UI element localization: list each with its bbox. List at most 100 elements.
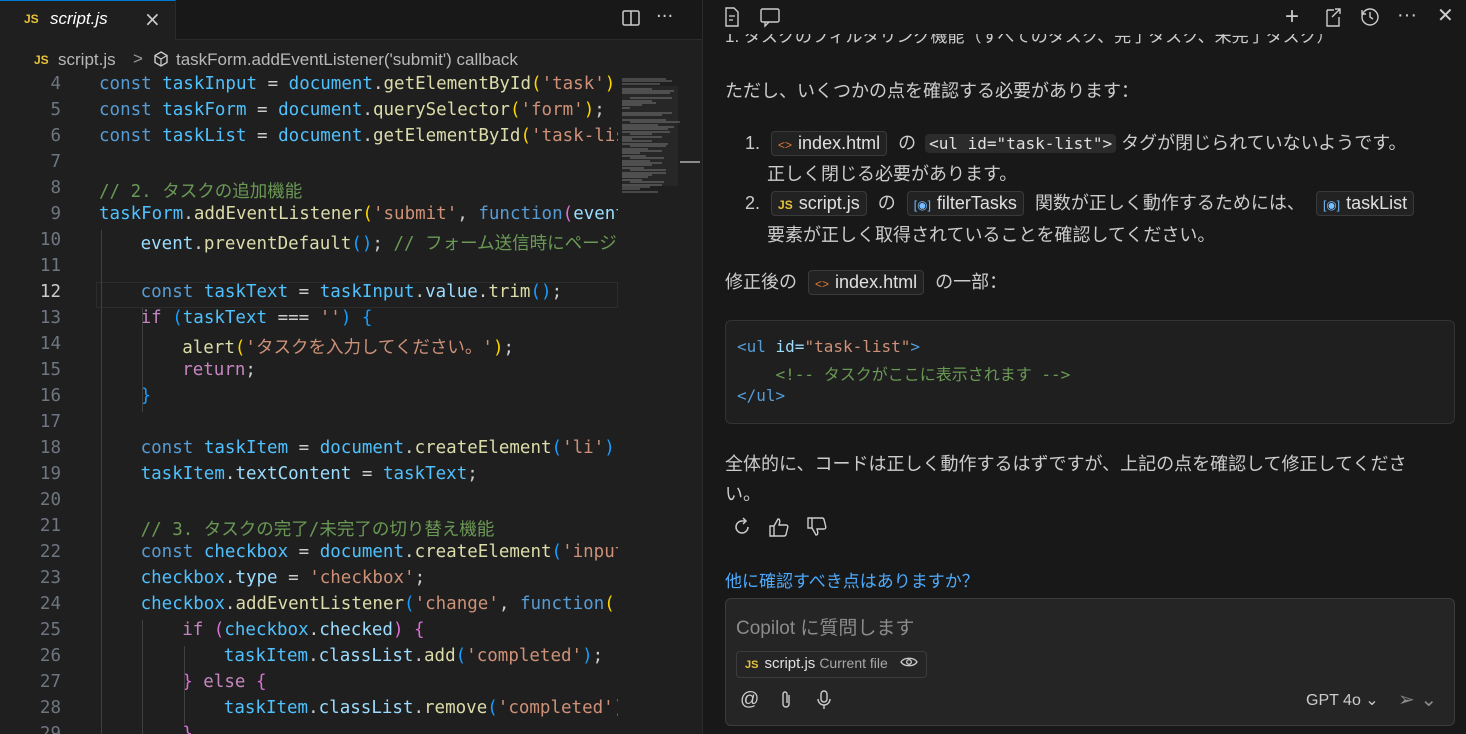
list-item: 2. JS script.js の [◉] filterTasks 関数が正しく動作… [745, 189, 1415, 216]
tab-script-js[interactable]: JS script.js × [0, 0, 176, 40]
breadcrumb-file[interactable]: script.js [58, 50, 116, 70]
line-number: 26 [39, 646, 61, 666]
new-chat-icon[interactable]: + [1285, 3, 1299, 31]
mention-icon[interactable]: @ [740, 689, 759, 711]
code-line[interactable]: 29} [0, 724, 618, 734]
code-block[interactable]: <ul id="task-list"> <!-- タスクがここに表示されます -… [725, 320, 1455, 424]
code-line[interactable]: 9 taskForm.addEventListener('submit', fun… [0, 204, 618, 230]
code-line[interactable]: 21 // 3. タスクの完了/未完了の切り替え機能 [0, 516, 618, 542]
minimap[interactable] [618, 74, 702, 734]
line-source: checkbox.type = 'checkbox'; [140, 568, 426, 588]
code-line[interactable]: 22 const checkbox = document.createElemen… [0, 542, 618, 568]
chat-input-box[interactable]: Copilot に質問します JS script.js Current file @… [725, 598, 1455, 726]
thumbs-down-icon[interactable] [805, 516, 829, 544]
close-tab-icon[interactable]: × [144, 7, 161, 31]
line-source: taskItem.classList.remove('completed') [223, 698, 618, 718]
line-number: 29 [39, 724, 61, 734]
line-source: const taskInput = document.getElementByI… [99, 74, 618, 94]
html-file-icon: <> [778, 138, 793, 152]
code-line[interactable]: 11 [0, 256, 618, 282]
code-line[interactable]: 24 checkbox.addEventListener('change', fu… [0, 594, 618, 620]
microphone-icon[interactable] [816, 689, 832, 717]
split-editor-icon[interactable] [621, 8, 641, 33]
code-line[interactable]: 15 return; [0, 360, 618, 386]
chat-input-placeholder[interactable]: Copilot に質問します [736, 613, 914, 640]
line-source: } [182, 724, 193, 734]
code-line[interactable]: 20 [0, 490, 618, 516]
line-number: 9 [50, 204, 61, 224]
code-line[interactable]: 18 const taskItem = document.createElemen… [0, 438, 618, 464]
list-item-continuation: 正しく閉じる必要があります。 [767, 164, 1018, 184]
line-source: // 2. タスクの追加機能 [99, 182, 303, 202]
minimap-line [622, 82, 660, 85]
more-actions-icon[interactable]: ··· [656, 6, 673, 27]
chat-bubble-icon[interactable] [759, 6, 781, 34]
code-line[interactable]: 10 event.preventDefault(); // フォーム送信時にページ… [0, 230, 618, 256]
context-file-chip[interactable]: JS script.js Current file [736, 651, 927, 678]
thumbs-up-icon[interactable] [767, 516, 791, 544]
text: の [877, 193, 896, 213]
code-line[interactable]: 14 alert('タスクを入力してください。'); [0, 334, 618, 360]
indent-guide [142, 620, 143, 734]
followup-suggestion-link[interactable]: 他に確認すべき点はありますか？ [725, 567, 979, 592]
code-line: </ul> [737, 386, 786, 405]
code-line[interactable]: 4 const taskInput = document.getElementBy… [0, 74, 618, 100]
code-line[interactable]: 26 taskItem.classList.add('completed'); [0, 646, 618, 672]
retry-icon[interactable] [731, 516, 753, 544]
indent-guide [142, 308, 143, 412]
line-number: 20 [39, 490, 61, 510]
indent-guide [184, 698, 185, 724]
code-line[interactable]: 12 const taskText = taskInput.value.trim(… [0, 282, 618, 308]
line-number: 18 [39, 438, 61, 458]
line-number: 5 [50, 100, 61, 120]
symbol-icon: [◉] [913, 198, 931, 212]
symbol-reference-taskList[interactable]: [◉] taskList [1315, 191, 1415, 216]
code-line[interactable]: 13 if (taskText === '') { [0, 308, 618, 334]
file-reference-index-html[interactable]: <> index.html [808, 270, 925, 295]
history-icon[interactable] [1359, 6, 1381, 34]
code-line[interactable]: 16} [0, 386, 618, 412]
line-number: 16 [39, 386, 61, 406]
code-line[interactable]: 28 taskItem.classList.remove('completed') [0, 698, 618, 724]
symbol-reference-filterTasks[interactable]: [◉] filterTasks [906, 191, 1024, 216]
code-line[interactable]: 19 taskItem.textContent = taskText; [0, 464, 618, 490]
js-file-icon: JS [34, 53, 49, 67]
close-icon[interactable]: ✕ [1437, 3, 1454, 28]
model-picker[interactable]: GPT 4o ⌄ [1306, 690, 1379, 710]
code-line: <!-- タスクがここに表示されます --> [737, 365, 1071, 384]
line-number: 11 [39, 256, 61, 276]
indent-guide [184, 646, 185, 698]
more-icon[interactable]: ··· [1397, 4, 1417, 27]
breadcrumb-symbol[interactable]: taskForm.addEventListener('submit') call… [176, 50, 518, 70]
js-file-icon: JS [24, 12, 39, 26]
line-number: 27 [39, 672, 61, 692]
send-button[interactable]: ➢ ⌄ [1398, 687, 1437, 712]
open-in-editor-icon[interactable] [1323, 6, 1343, 34]
minimap-viewport[interactable] [622, 86, 678, 186]
code-line[interactable]: 8 // 2. タスクの追加機能 [0, 178, 618, 204]
code-line[interactable]: 17 [0, 412, 618, 438]
code-line[interactable]: 5 const taskForm = document.querySelector… [0, 100, 618, 126]
file-reference-script-js[interactable]: JS script.js [771, 191, 867, 216]
code-area[interactable]: 4 const taskInput = document.getElementBy… [0, 74, 618, 734]
attach-icon[interactable] [778, 689, 794, 717]
snippet-heading: 修正後の <> index.html の一部： [725, 268, 1007, 295]
new-file-icon[interactable] [722, 6, 742, 34]
breadcrumb-separator: > [133, 49, 143, 68]
line-number: 19 [39, 464, 61, 484]
line-source: checkbox.addEventListener('change', func… [140, 594, 618, 614]
code-editor[interactable]: JS script.js × ··· JS script.js > taskFo… [0, 0, 702, 734]
code-line[interactable]: 23 checkbox.type = 'checkbox'; [0, 568, 618, 594]
eye-icon[interactable] [900, 655, 918, 671]
scrollbar-marker [680, 161, 700, 163]
js-file-icon: JS [778, 198, 793, 212]
line-source: // 3. タスクの完了/未完了の切り替え機能 [140, 520, 495, 540]
code-line[interactable]: 6 const taskList = document.getElementByI… [0, 126, 618, 152]
code-line[interactable]: 25 if (checkbox.checked) { [0, 620, 618, 646]
line-number: 23 [39, 568, 61, 588]
code-line[interactable]: 27} else { [0, 672, 618, 698]
inline-code: <ul id="task-list"> [925, 134, 1117, 153]
file-reference-index-html[interactable]: <> index.html [771, 131, 888, 156]
list-number: 1. [745, 133, 761, 153]
code-line[interactable]: 7 [0, 152, 618, 178]
